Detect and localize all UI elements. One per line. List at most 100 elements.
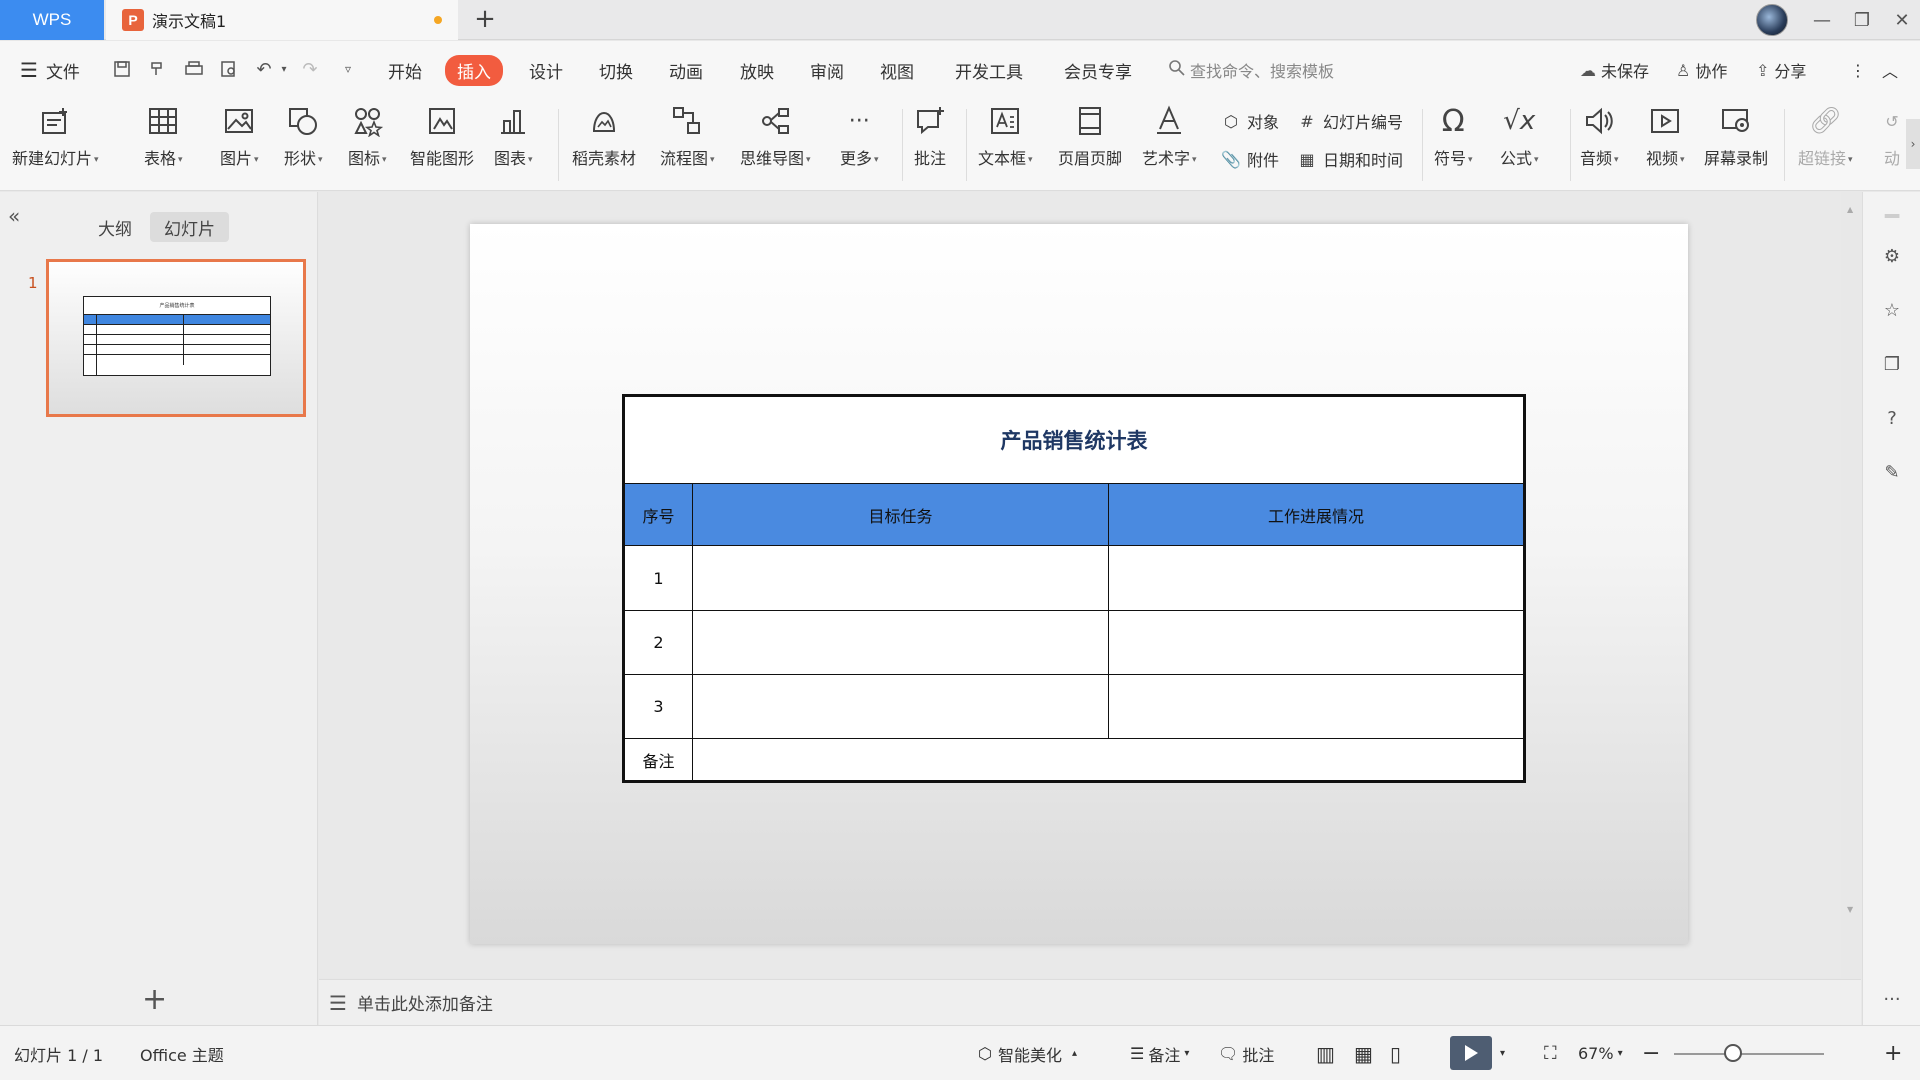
scroll-down-icon[interactable]: ▼ — [1847, 905, 1853, 914]
reading-view-icon[interactable]: ▯ — [1390, 1026, 1401, 1080]
undo-dropdown-icon[interactable]: ▾ — [272, 57, 296, 81]
share-button[interactable]: ⇪ 分享 — [1756, 57, 1806, 83]
datetime-button[interactable]: ▦ 日期和时间 — [1296, 145, 1403, 173]
normal-view-icon[interactable]: ▥ — [1316, 1026, 1335, 1080]
theme-name[interactable]: Office 主题 — [140, 1026, 224, 1080]
restore-icon[interactable]: ❐ — [1848, 6, 1876, 34]
table-button[interactable]: 表格 ▾ — [144, 103, 183, 187]
more-menu-icon[interactable]: ⋮ — [1850, 57, 1866, 83]
tab-review[interactable]: 审阅 — [810, 41, 844, 99]
tab-animation[interactable]: 动画 — [669, 41, 703, 99]
tab-design[interactable]: 设计 — [529, 41, 563, 99]
action-button[interactable]: ↺ 动 — [1874, 103, 1910, 187]
collapse-ribbon-icon[interactable]: ︿ — [1882, 57, 1898, 83]
print-icon[interactable] — [182, 57, 206, 81]
slide-thumbnail[interactable]: 产品销售统计表 — [46, 259, 306, 417]
tab-start[interactable]: 开始 — [388, 41, 422, 99]
row-index-cell[interactable]: 3 — [625, 675, 692, 738]
add-slide-button[interactable]: + — [142, 982, 167, 1017]
unsaved-button[interactable]: ☁ 未保存 — [1580, 57, 1649, 83]
document-tab[interactable]: P 演示文稿1 — [106, 0, 458, 40]
collab-button[interactable]: ♙ 协作 — [1676, 57, 1727, 83]
video-button[interactable]: 视频 ▾ — [1646, 103, 1685, 187]
formula-button[interactable]: √x 公式 ▾ — [1500, 103, 1539, 187]
scroll-up-icon[interactable]: ▲ — [1847, 205, 1853, 214]
zoom-out-icon[interactable]: − — [1642, 1026, 1660, 1080]
user-avatar[interactable] — [1756, 4, 1788, 36]
attachment-button[interactable]: 📎 附件 — [1220, 145, 1279, 173]
textbox-button[interactable]: 文本框 ▾ — [978, 103, 1033, 187]
tab-view[interactable]: 视图 — [880, 41, 914, 99]
canvas-scrollbar[interactable]: ▲ ▼ — [1845, 205, 1855, 955]
ribbon-scroll-right-icon[interactable]: › — [1906, 119, 1920, 169]
format-painter-icon[interactable] — [146, 57, 170, 81]
hyperlink-button[interactable]: 🔗︎ 超链接 ▾ — [1798, 103, 1853, 187]
tab-slideshow[interactable]: 放映 — [740, 41, 774, 99]
new-tab-button[interactable]: + — [470, 4, 500, 34]
docer-button[interactable]: 稻壳素材 — [572, 103, 636, 187]
icon-button[interactable]: 图标 ▾ — [348, 103, 387, 187]
object-button[interactable]: ⬡ 对象 — [1220, 107, 1279, 135]
screen-record-button[interactable]: 屏幕录制 — [1704, 103, 1768, 187]
layout-icon[interactable]: ❐ — [1880, 352, 1904, 376]
tab-transition[interactable]: 切换 — [599, 41, 633, 99]
fit-window-icon[interactable]: ⛶ — [1544, 1026, 1557, 1080]
minimize-icon[interactable]: — — [1808, 6, 1836, 34]
close-icon[interactable]: ✕ — [1888, 6, 1916, 34]
sidebar-handle-icon[interactable]: ══ — [1880, 204, 1904, 228]
symbol-button[interactable]: Ω 符号 ▾ — [1434, 103, 1473, 187]
slide[interactable]: 产品销售统计表 序号 目标任务 工作进展情况 1 2 3 备注 — [470, 224, 1688, 944]
wordart-button[interactable]: 艺术字 ▾ — [1142, 103, 1197, 187]
remark-label-cell[interactable]: 备注 — [625, 739, 692, 780]
file-menu[interactable]: ☰ 文件 — [20, 41, 80, 99]
header-footer-button[interactable]: 页眉页脚 — [1058, 103, 1122, 187]
zoom-in-icon[interactable]: + — [1884, 1026, 1902, 1080]
sales-table[interactable]: 产品销售统计表 序号 目标任务 工作进展情况 1 2 3 备注 — [622, 394, 1526, 783]
tab-developer[interactable]: 开发工具 — [955, 41, 1023, 99]
redo-icon[interactable]: ↷ — [298, 57, 322, 81]
sorter-view-icon[interactable]: ▦ — [1354, 1026, 1373, 1080]
properties-icon[interactable]: ⚙ — [1880, 244, 1904, 268]
notes-area[interactable]: ☰ 单击此处添加备注 — [319, 979, 1861, 1025]
comment-button[interactable]: 批注 — [912, 103, 948, 187]
header-cell-progress[interactable]: 工作进展情况 — [1109, 484, 1523, 546]
mindmap-button[interactable]: 思维导图 ▾ — [740, 103, 811, 187]
shape-button[interactable]: 形状 ▾ — [284, 103, 323, 187]
command-search[interactable]: 查找命令、搜索模板 — [1168, 57, 1334, 83]
tab-insert[interactable]: 插入 — [445, 41, 503, 99]
row-index-cell[interactable]: 1 — [625, 547, 692, 610]
wps-home-tab[interactable]: WPS — [0, 0, 104, 40]
more-button[interactable]: ··· 更多 ▾ — [840, 103, 879, 187]
beautify-icon[interactable]: ✎ — [1880, 460, 1904, 484]
row-index-cell[interactable]: 2 — [625, 611, 692, 674]
thumbnail-table: 产品销售统计表 — [83, 296, 271, 376]
zoom-level[interactable]: 67% ▾ — [1578, 1026, 1623, 1080]
flowchart-button[interactable]: 流程图 ▾ — [660, 103, 715, 187]
tab-member[interactable]: 会员专享 — [1064, 41, 1132, 99]
notes-toggle-button[interactable]: ☰ 备注 ▾ — [1130, 1026, 1189, 1080]
save-icon[interactable] — [110, 57, 134, 81]
zoom-slider-handle[interactable] — [1724, 1044, 1742, 1062]
smartart-button[interactable]: 智能图形 — [410, 103, 474, 187]
header-cell-task[interactable]: 目标任务 — [693, 484, 1108, 546]
table-title[interactable]: 产品销售统计表 — [625, 397, 1523, 484]
play-slideshow-button[interactable] — [1450, 1036, 1492, 1070]
help-icon[interactable]: ? — [1880, 406, 1904, 430]
zoom-slider[interactable] — [1674, 1053, 1824, 1055]
play-options-caret-icon[interactable]: ▾ — [1500, 1026, 1505, 1080]
customize-toolbar-icon[interactable]: ▿ — [336, 57, 360, 81]
header-cell-index[interactable]: 序号 — [625, 484, 692, 546]
smart-beautify-button[interactable]: ⬡ 智能美化 ▴ — [978, 1026, 1077, 1080]
comments-toggle-button[interactable]: 🗨︎ 批注 — [1218, 1026, 1274, 1080]
pin-star-icon[interactable]: ☆ — [1880, 298, 1904, 322]
picture-button[interactable]: 图片 ▾ — [220, 103, 259, 187]
new-slide-button[interactable]: 新建幻灯片 ▾ — [12, 103, 99, 187]
slide-number-button[interactable]: # 幻灯片编号 — [1296, 107, 1403, 135]
collapse-panel-icon[interactable]: « — [8, 204, 20, 228]
tab-outline[interactable]: 大纲 — [84, 212, 146, 242]
tab-slides[interactable]: 幻灯片 — [150, 212, 229, 242]
sidebar-more-icon[interactable]: ··· — [1880, 987, 1904, 1011]
chart-button[interactable]: 图表 ▾ — [494, 103, 533, 187]
print-preview-icon[interactable] — [217, 57, 241, 81]
audio-button[interactable]: 音频 ▾ — [1580, 103, 1619, 187]
